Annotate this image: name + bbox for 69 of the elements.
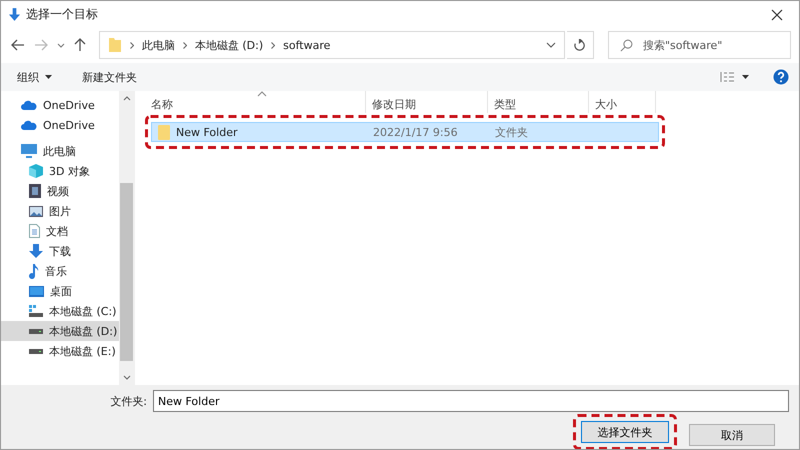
monitor-icon [21,144,37,158]
nav-item[interactable]: 下载 [1,241,119,261]
organize-menu-button[interactable]: 组织 [9,66,60,88]
refresh-icon [573,38,586,52]
chevron-down-icon [56,42,65,48]
film-icon [29,184,41,198]
back-arrow-icon [10,39,25,51]
image-icon [29,206,43,216]
table-cell-text: 2022/1/17 9:56 [372,126,459,138]
window-title: 选择一个目标 [26,6,98,23]
dropdown-triangle-icon [742,75,749,79]
up-arrow-icon [74,38,86,52]
folder-name-field[interactable]: New Folder [153,390,789,412]
new-folder-button[interactable]: 新建文件夹 [74,66,145,88]
cube-icon [29,164,43,178]
down-arrow-icon [29,244,43,258]
nav-item[interactable]: 本地磁盘 (C:) [1,301,119,321]
column-header[interactable]: 大小 [589,91,656,113]
close-icon [771,8,783,20]
nav-item[interactable]: 图片 [1,201,119,221]
dropdown-triangle-icon [45,75,52,79]
select-folder-button[interactable]: 选择文件夹 [581,421,669,443]
nav-item[interactable]: 文档 [1,221,119,241]
cloud-icon [21,120,37,130]
search-field[interactable]: 搜索"software" [608,31,791,59]
download-arrow-icon [9,8,20,21]
chevron-icon [182,42,187,48]
scroll-up-icon [122,96,130,101]
drive-icon [29,328,43,334]
column-header[interactable]: 类型 [488,91,589,113]
column-header[interactable]: 名称 [145,91,366,113]
file-name: New Folder [176,126,238,138]
nav-item[interactable]: 本地磁盘 (E:) [1,341,119,361]
drive-icon [29,348,43,354]
cancel-button[interactable]: 取消 [689,424,775,446]
sort-caret-icon [257,91,267,97]
nav-item[interactable]: 此电脑 [1,141,119,161]
column-header[interactable]: 修改日期 [366,91,488,113]
nav-item[interactable]: 视频 [1,181,119,201]
nav-item[interactable]: 桌面 [1,281,119,301]
help-icon [773,69,789,85]
nav-item[interactable]: 3D 对象 [1,161,119,181]
address-bar[interactable]: 此电脑 本地磁盘 (D:) software [98,31,565,59]
nav-item[interactable]: OneDrive [1,115,119,135]
chevron-icon [130,42,134,48]
field-label: 文件夹: [110,394,147,408]
scroll-down-icon [122,375,130,380]
folder-icon [158,124,170,140]
cloud-icon [21,100,37,110]
nav-item[interactable]: 本地磁盘 (D:) [1,321,119,341]
scrollbar[interactable] [119,91,134,385]
folder-icon [108,37,122,53]
breadcrumb[interactable]: 本地磁盘 (D:) [194,38,264,52]
document-icon [29,224,40,238]
nav-item[interactable]: 音乐 [1,261,119,281]
file-row[interactable]: New Folder 2022/1/17 9:56 文件夹 [151,122,659,142]
chevron-icon [271,42,276,48]
nav-item[interactable]: OneDrive [1,95,119,115]
system-drive-icon [29,305,43,317]
music-note-icon [29,264,39,278]
desktop-icon [29,286,44,296]
breadcrumb[interactable]: software [283,38,330,52]
list-view-icon [720,71,736,83]
breadcrumb[interactable]: 此电脑 [142,38,175,52]
forward-arrow-icon [34,39,48,51]
table-cell-text: 文件夹 [494,124,529,140]
dropdown-icon [546,42,556,48]
help-button[interactable] [771,67,791,87]
refresh-button[interactable] [566,31,594,59]
